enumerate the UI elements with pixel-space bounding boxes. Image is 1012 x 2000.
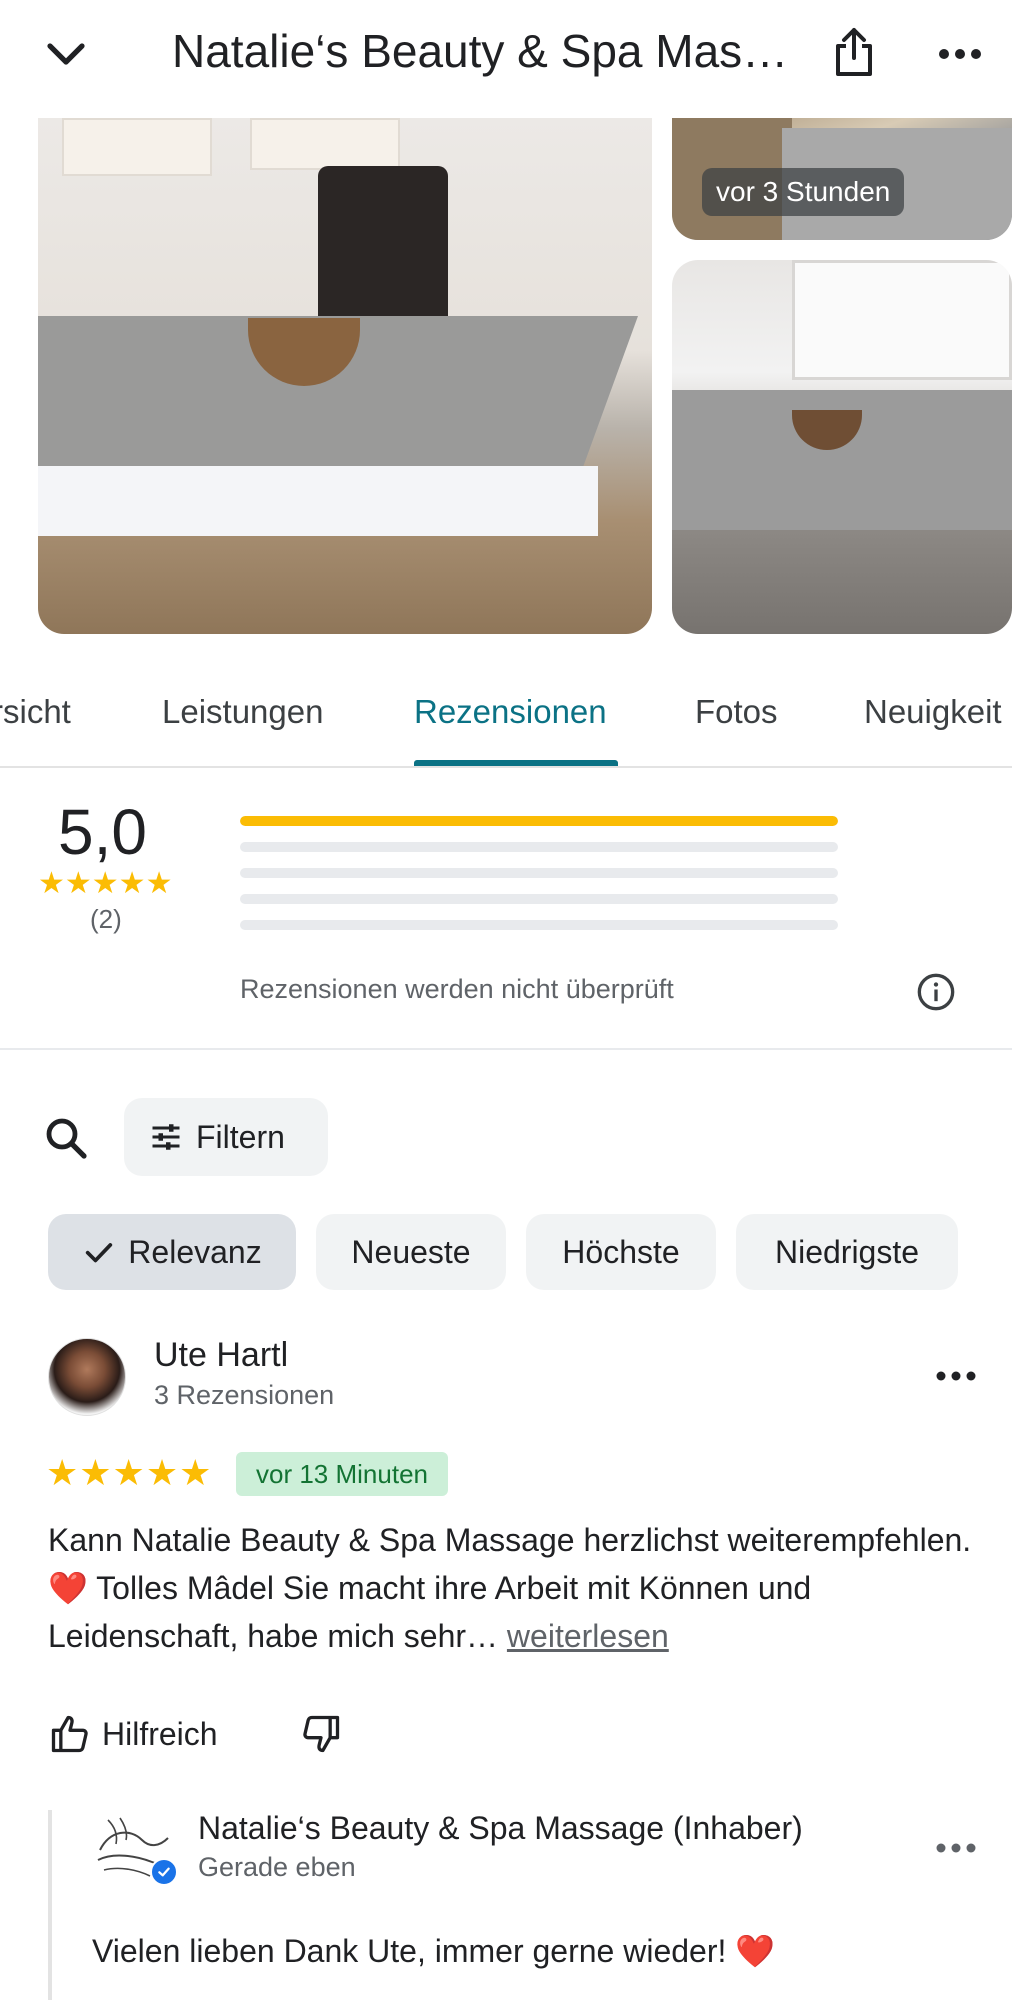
poster-image xyxy=(62,118,212,176)
active-tab-indicator xyxy=(414,760,618,766)
rating-bar-fill xyxy=(240,816,838,826)
info-button[interactable] xyxy=(912,968,960,1016)
read-more-link[interactable]: weiterlesen xyxy=(507,1618,669,1654)
sort-chip-highest[interactable]: Höchste xyxy=(526,1214,716,1290)
photo-main[interactable] xyxy=(38,118,652,634)
share-button[interactable] xyxy=(824,20,884,84)
owner-name: Natalie‘s Beauty & Spa Massage (Inhaber) xyxy=(198,1810,803,1846)
thumbs-down-icon xyxy=(303,1715,340,1753)
thumbs-up-icon xyxy=(51,1715,88,1753)
rating-bar-1 xyxy=(240,920,838,930)
helpful-label: Hilfreich xyxy=(102,1715,218,1752)
not-helpful-button[interactable] xyxy=(296,1706,346,1762)
reviews-not-verified-note: Rezensionen werden nicht überprüft xyxy=(240,974,674,1004)
filter-label: Filtern xyxy=(196,1118,285,1155)
tab-reviews[interactable]: Rezensionen xyxy=(414,690,607,734)
more-options-button[interactable] xyxy=(930,24,990,84)
tune-icon xyxy=(152,1124,180,1150)
rating-count: (2) xyxy=(90,904,122,934)
back-button[interactable] xyxy=(36,24,96,84)
window-shape xyxy=(792,260,1012,380)
owner-reply-time: Gerade eben xyxy=(198,1852,356,1882)
photo-age-badge: vor 3 Stunden xyxy=(702,168,905,216)
reply-text-part: Vielen lieben Dank Ute, immer gerne wied… xyxy=(92,1933,736,1969)
rating-bar-2 xyxy=(240,894,838,904)
rating-stars: ★★★★★ xyxy=(38,867,173,900)
rating-bar-5 xyxy=(240,816,838,826)
sort-chip-lowest[interactable]: Niedrigste xyxy=(736,1214,958,1290)
review-stars: ★★★★★ xyxy=(46,1452,213,1493)
review-text: Kann Natalie Beauty & Spa Massage herzli… xyxy=(48,1516,978,1660)
reviewer-name[interactable]: Ute Hartl xyxy=(154,1336,288,1375)
search-reviews-button[interactable] xyxy=(36,1108,96,1168)
check-icon xyxy=(82,1235,116,1269)
rating-bar-3 xyxy=(240,868,838,878)
review-text-part: Tolles Mâdel Sie macht ihre Arbeit mit K… xyxy=(48,1570,812,1654)
search-icon xyxy=(46,1118,87,1159)
tab-overview[interactable]: rsicht xyxy=(0,690,71,734)
info-icon xyxy=(917,973,955,1011)
photo-bottom-right[interactable] xyxy=(672,260,1012,634)
sheet-shape xyxy=(38,466,598,536)
review-text-part: Kann Natalie Beauty & Spa Massage herzli… xyxy=(48,1522,972,1558)
chevron-down-icon xyxy=(47,43,85,65)
avatar[interactable] xyxy=(48,1338,126,1416)
reviewer-review-count: 3 Rezensionen xyxy=(154,1380,335,1410)
tab-photos[interactable]: Fotos xyxy=(695,690,778,734)
sort-chip-relevance[interactable]: Relevanz xyxy=(48,1214,296,1290)
more-horiz-icon xyxy=(936,1371,976,1381)
tab-services[interactable]: Leistungen xyxy=(162,690,323,734)
sort-chip-label: Relevanz xyxy=(128,1233,262,1270)
average-rating: 5,0 xyxy=(58,796,147,868)
reply-more-button[interactable] xyxy=(926,1818,986,1878)
more-horiz-icon xyxy=(936,1843,976,1853)
tab-updates[interactable]: Neuigkeit xyxy=(864,690,1002,734)
verified-badge-icon xyxy=(150,1858,178,1886)
section-divider xyxy=(0,1048,1012,1050)
more-horiz-icon xyxy=(939,49,981,59)
heart-emoji: ❤️ xyxy=(735,1933,776,1969)
filter-button[interactable]: Filtern xyxy=(124,1098,328,1176)
page-title: Natalie‘s Beauty & Spa Mas… xyxy=(172,25,789,77)
poster-image xyxy=(250,118,400,170)
top-app-bar: Natalie‘s Beauty & Spa Mas… xyxy=(0,0,1012,110)
rating-bar-4 xyxy=(240,842,838,852)
tab-bar: rsicht Leistungen Rezensionen Fotos Neui… xyxy=(0,676,1012,768)
review-more-button[interactable] xyxy=(926,1346,986,1406)
review-time-badge: vor 13 Minuten xyxy=(236,1452,448,1496)
share-icon xyxy=(836,28,872,76)
sort-chip-newest[interactable]: Neueste xyxy=(316,1214,506,1290)
reply-indent-bar xyxy=(48,1810,52,2000)
owner-reply-text: Vielen lieben Dank Ute, immer gerne wied… xyxy=(92,1932,775,1970)
heart-emoji: ❤️ xyxy=(48,1570,88,1606)
helpful-button[interactable]: Hilfreich xyxy=(48,1706,218,1762)
